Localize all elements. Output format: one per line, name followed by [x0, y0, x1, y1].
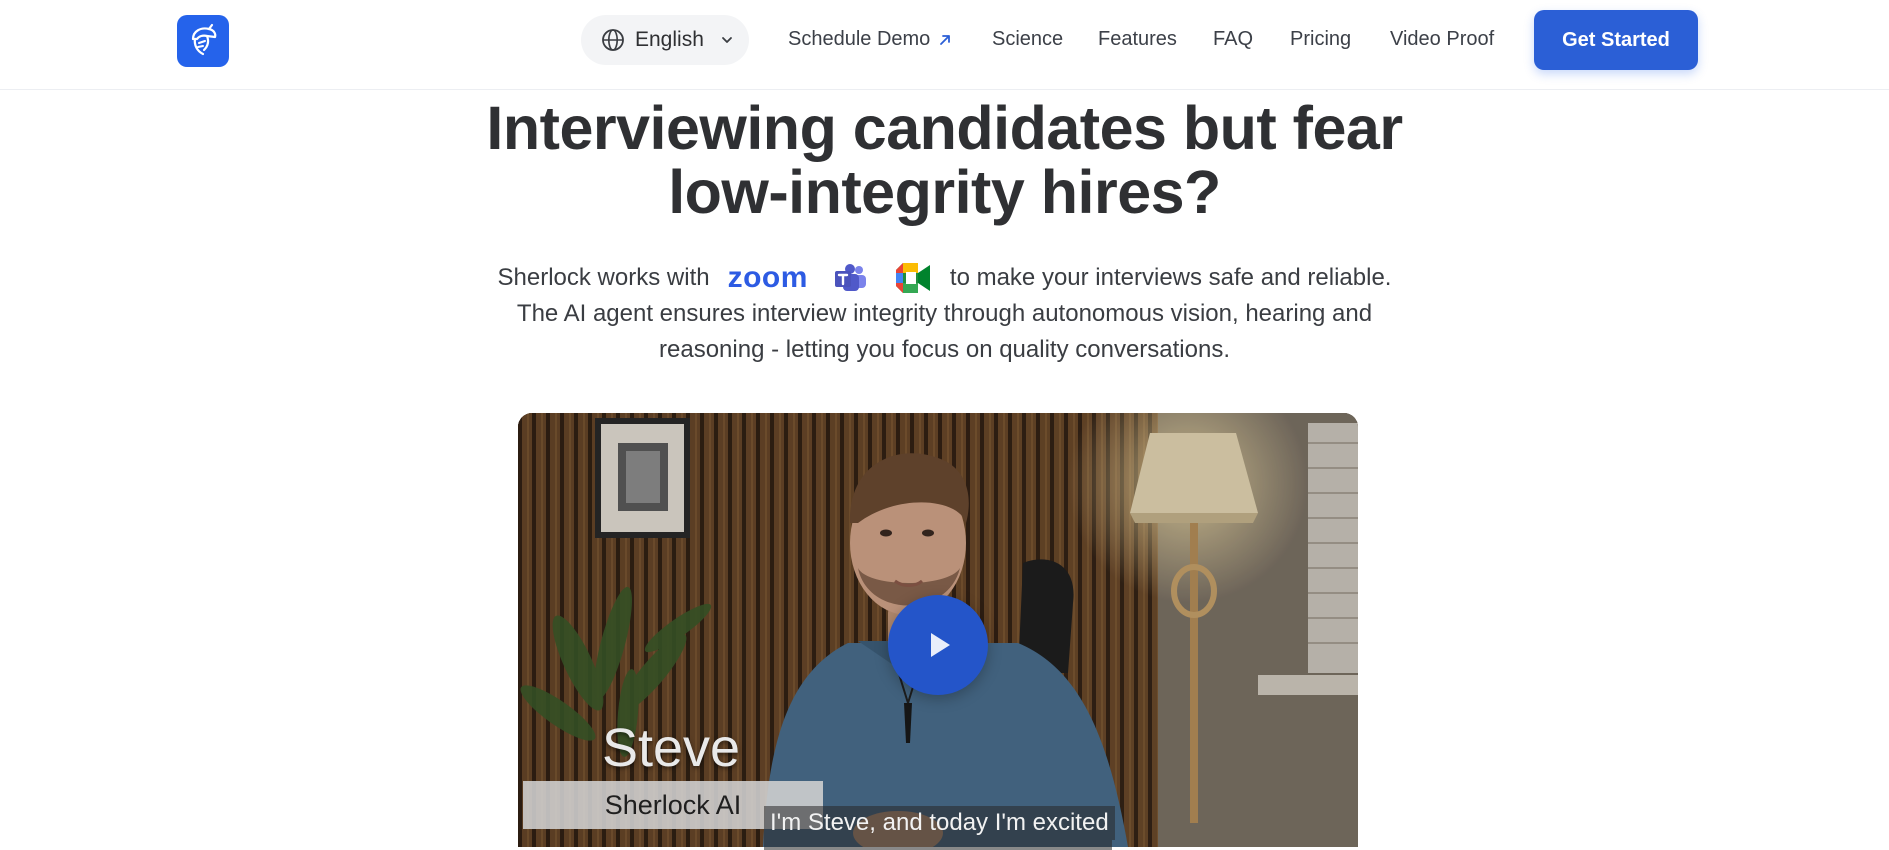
language-selector[interactable]: English	[581, 15, 749, 65]
sub-suffix: to make your interviews safe and reliabl…	[949, 264, 1392, 291]
site-header: English Schedule Demo Science Features F…	[0, 0, 1889, 90]
nav-faq[interactable]: FAQ	[1213, 28, 1253, 51]
nav-features[interactable]: Features	[1098, 28, 1177, 51]
nav-label: Schedule Demo	[788, 28, 931, 50]
get-started-button[interactable]: Get Started	[1534, 10, 1698, 70]
hero-headline: Interviewing candidates but fear low-int…	[0, 96, 1889, 224]
chevron-down-icon	[720, 33, 734, 47]
hero-subtitle: Sherlock works with zoom to make your in…	[0, 260, 1889, 368]
sub-prefix: Sherlock works with	[497, 264, 710, 291]
nav-label: FAQ	[1213, 28, 1254, 50]
nav-label: Features	[1098, 28, 1177, 50]
integration-logos: zoom	[728, 262, 932, 294]
external-link-icon	[940, 34, 951, 45]
nav-label: Science	[992, 28, 1064, 50]
nav-pricing[interactable]: Pricing	[1290, 28, 1351, 51]
google-meet-icon	[895, 263, 930, 293]
headline-line-1: Interviewing candidates but fear	[486, 94, 1403, 162]
detective-icon	[191, 23, 217, 56]
speaker-name-overlay: Steve	[602, 718, 741, 778]
sub-line-3: reasoning - letting you focus on quality…	[659, 336, 1230, 363]
headline-line-2: low-integrity hires?	[668, 158, 1221, 226]
play-button[interactable]	[888, 595, 988, 695]
zoom-logo: zoom	[727, 261, 808, 294]
nav-label: Pricing	[1290, 28, 1352, 50]
play-icon	[931, 633, 950, 657]
globe-icon	[602, 29, 624, 51]
video-caption-next-line	[764, 840, 1112, 850]
nav-science[interactable]: Science	[992, 28, 1063, 51]
sherlock-logo[interactable]	[177, 15, 229, 67]
sub-line-2: The AI agent ensures interview integrity…	[516, 300, 1373, 327]
nav-schedule-demo[interactable]: Schedule Demo	[788, 28, 952, 51]
nav-video-proof[interactable]: Video Proof	[1390, 28, 1494, 51]
video-caption: I'm Steve, and today I'm excited	[764, 806, 1115, 840]
language-label: English	[635, 28, 704, 51]
microsoft-teams-icon	[834, 264, 866, 291]
nav-label: Video Proof	[1390, 28, 1495, 50]
